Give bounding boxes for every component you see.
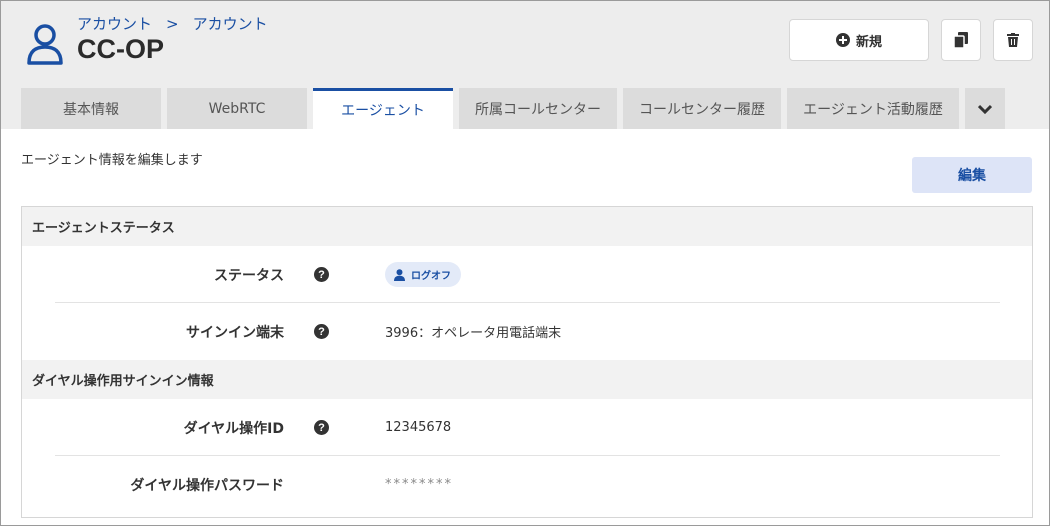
copy-icon [954,32,968,48]
status-badge: ログオフ [385,262,461,287]
edit-button[interactable]: 編集 [912,157,1032,193]
row-dial-id: ダイヤル操作ID ? 12345678 [22,399,1032,456]
tab-label: WebRTC [208,100,266,117]
tab-more[interactable] [965,88,1005,129]
details-panel: エージェントステータス ステータス ? ログオフ サインイン端末 ? 3996：… [21,206,1033,518]
breadcrumb-item[interactable]: アカウント [193,15,268,33]
new-button[interactable]: 新規 [789,19,929,61]
signin-terminal-label: サインイン端末 [186,324,284,341]
tab-call-center-history[interactable]: コールセンター履歴 [623,88,781,129]
page-description: エージェント情報を編集します [21,153,203,168]
status-badge-text: ログオフ [411,271,451,282]
tab-label: コールセンター履歴 [639,101,765,118]
tab-basic-info[interactable]: 基本情報 [21,88,161,129]
section-title-agent-status: エージェントステータス [22,207,1032,246]
app-window: アカウント > アカウント CC-OP 新規 基本情報 WebRTC エージェン… [0,0,1050,526]
section-title-dial-signin: ダイヤル操作用サインイン情報 [22,360,1032,399]
row-signin-terminal: サインイン端末 ? 3996：オペレータ用電話端末 [22,303,1032,360]
breadcrumb-item[interactable]: アカウント [77,15,152,33]
help-icon[interactable]: ? [314,267,329,282]
breadcrumb: アカウント > アカウント [77,13,282,34]
dial-password-value: ******** [385,477,453,492]
tab-label: エージェント [341,103,425,119]
copy-button[interactable] [941,19,981,61]
dial-id-value: 12345678 [385,420,452,435]
tab-agent-activity-history[interactable]: エージェント活動履歴 [787,88,959,129]
row-dial-password: ダイヤル操作パスワード ******** [22,456,1032,513]
help-icon[interactable]: ? [314,324,329,339]
tab-agent[interactable]: エージェント [313,88,453,129]
help-icon[interactable]: ? [314,420,329,435]
signin-terminal-value: 3996：オペレータ用電話端末 [385,326,562,341]
new-button-label: 新規 [855,34,882,50]
plus-circle-icon [835,33,850,47]
page-header: アカウント > アカウント CC-OP 新規 基本情報 WebRTC エージェン… [1,1,1049,129]
row-status: ステータス ? ログオフ [22,246,1032,303]
tab-label: 基本情報 [63,101,119,118]
user-icon [27,24,63,65]
breadcrumb-separator: > [166,15,179,33]
user-icon [394,268,405,281]
dial-id-label: ダイヤル操作ID [183,420,284,437]
page-title: CC-OP [77,34,164,64]
tab-webrtc[interactable]: WebRTC [167,88,307,129]
tab-label: 所属コールセンター [475,101,601,118]
tab-call-center[interactable]: 所属コールセンター [459,88,617,129]
trash-icon [1007,33,1019,47]
delete-button[interactable] [993,19,1033,61]
tab-label: エージェント活動履歴 [803,101,943,118]
chevron-down-icon [978,104,992,114]
status-value: ログオフ [385,246,461,303]
dial-password-label: ダイヤル操作パスワード [130,477,284,494]
status-label: ステータス [214,267,284,284]
